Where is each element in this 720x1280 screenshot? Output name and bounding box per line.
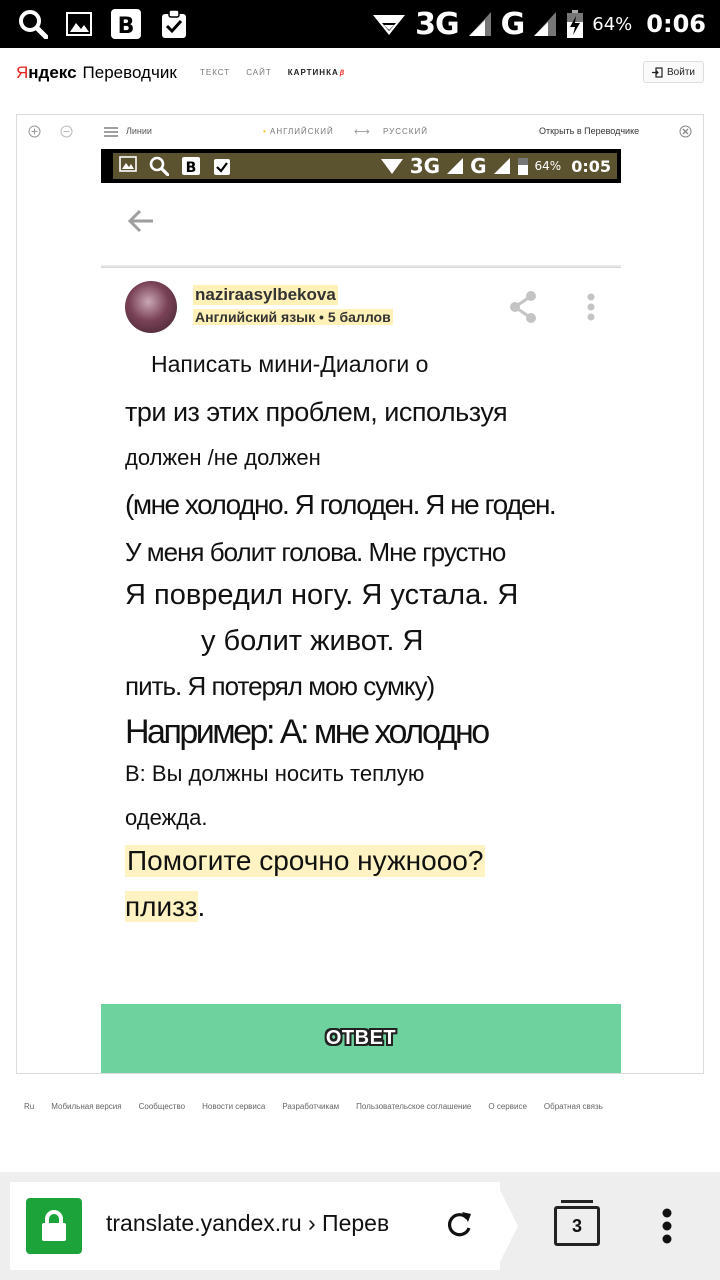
lines-toggle[interactable]: Линии — [126, 126, 152, 136]
inner-network-g: G — [470, 154, 487, 178]
zoom-out-icon[interactable] — [60, 125, 73, 138]
request-end: . — [197, 891, 206, 922]
svg-text:В: В — [118, 14, 135, 39]
back-arrow-icon — [127, 209, 155, 233]
request-line: Помогите срочно нужнооо? — [125, 845, 486, 877]
logo-letter: Я — [16, 63, 29, 82]
mode-tabs: ТЕКСТ САЙТ КАРТИНКАβ — [200, 68, 345, 77]
signal-icon — [446, 157, 464, 175]
yandex-header: Яндекс Переводчик ТЕКСТ САЙТ КАРТИНКАβ Во… — [0, 48, 720, 98]
signal-icon — [467, 10, 493, 38]
wifi-icon — [380, 157, 404, 175]
search-icon — [18, 9, 48, 39]
battery-percent: 64% — [592, 13, 633, 35]
question-line: (мне холодно. Я голоден. Я не годен. — [125, 489, 557, 520]
image-translation-panel: Линии • АНГЛИЙСКИЙ ⟷ РУССКИЙ Открыть в П… — [16, 114, 704, 1074]
login-label: Войти — [667, 66, 695, 78]
login-button[interactable]: Войти — [643, 61, 704, 83]
source-language-label: АНГЛИЙСКИЙ — [270, 127, 334, 136]
address-bar[interactable]: translate.yandex.ru › Перев — [10, 1182, 500, 1270]
footer-links: Ru Мобильная версия Сообщество Новости с… — [24, 1102, 603, 1111]
tab-count: 3 — [571, 1215, 582, 1236]
inner-status-bar: В 3G G 64% 0:05 — [101, 149, 621, 183]
question-line: должен /не должен — [125, 445, 321, 470]
tab-site[interactable]: САЙТ — [246, 68, 272, 77]
menu-vertical-icon[interactable] — [660, 1208, 674, 1244]
wifi-icon — [371, 11, 407, 37]
footer-link-mobile[interactable]: Мобильная версия — [51, 1102, 121, 1111]
close-icon[interactable] — [679, 125, 692, 138]
clock: 0:06 — [646, 10, 706, 38]
footer-link-about[interactable]: О сервисе — [488, 1102, 527, 1111]
footer-link-community[interactable]: Сообщество — [139, 1102, 185, 1111]
tab-image[interactable]: КАРТИНКАβ — [288, 68, 345, 77]
question-line: одежда. — [125, 805, 208, 830]
question-line: у болит живот. Я — [201, 625, 424, 657]
lock-icon[interactable] — [26, 1198, 82, 1254]
avatar — [125, 281, 177, 333]
source-language-dot: • — [263, 127, 267, 136]
footer-link-feedback[interactable]: Обратная связь — [544, 1102, 603, 1111]
status-bar: В 3G G 64% 0:06 — [0, 0, 720, 48]
yandex-translate-logo[interactable]: Яндекс Переводчик — [16, 63, 177, 83]
image-icon — [66, 12, 92, 36]
search-icon — [149, 156, 169, 176]
reload-icon[interactable] — [444, 1208, 474, 1240]
footer-link-developers[interactable]: Разработчикам — [282, 1102, 339, 1111]
open-in-translator-link[interactable]: Открыть в Переводчике — [539, 126, 639, 136]
network-3g-label: 3G — [415, 6, 459, 42]
share-icon — [509, 291, 537, 323]
viewer-toolbar: Линии • АНГЛИЙСКИЙ ⟷ РУССКИЙ Открыть в П… — [17, 115, 703, 147]
request-line: плизз. — [125, 891, 205, 923]
vk-icon: В — [110, 8, 142, 40]
clipboard-check-icon — [213, 156, 231, 176]
tab-image-label: КАРТИНКА — [287, 68, 339, 77]
swap-languages-icon[interactable]: ⟷ — [354, 125, 370, 138]
signal-icon — [493, 157, 511, 175]
username: naziraasylbekova — [193, 285, 338, 305]
target-language[interactable]: РУССКИЙ — [383, 127, 428, 136]
clipboard-check-icon — [160, 9, 188, 39]
lines-icon[interactable] — [104, 127, 118, 137]
question-line: Написать мини-Диалоги о — [151, 351, 429, 377]
inner-battery-percent: 64% — [534, 159, 562, 173]
more-vertical-icon — [587, 293, 595, 321]
image-icon — [119, 156, 137, 176]
question-line: Я повредил ногу. Я устала. Я — [125, 579, 519, 611]
footer-link-lang[interactable]: Ru — [24, 1102, 34, 1111]
battery-charging-icon — [566, 9, 584, 39]
footer-link-news[interactable]: Новости сервиса — [202, 1102, 265, 1111]
login-icon — [652, 66, 663, 78]
question-line: У меня болит голова. Мне грустно — [125, 537, 506, 567]
network-g-label: G — [500, 6, 526, 42]
signal-icon — [532, 10, 558, 38]
question-line: пить. Я потерял мою сумку) — [125, 671, 435, 701]
zoom-in-icon[interactable] — [28, 125, 41, 138]
logo-brand: ндекс — [28, 63, 77, 82]
subject-points: Английский язык • 5 баллов — [193, 309, 393, 325]
tabs-button[interactable]: 3 — [554, 1200, 600, 1246]
inner-network-3g: 3G — [409, 154, 441, 178]
translated-image: В 3G G 64% 0:05 naziraasylbekova Английс… — [101, 149, 621, 1073]
answer-button-label: ОТВЕТ — [325, 1027, 397, 1049]
inner-clock: 0:05 — [571, 156, 611, 176]
address-bar-arrow — [496, 1182, 518, 1270]
question-line: три из этих проблем, используя — [125, 397, 508, 427]
url-text[interactable]: translate.yandex.ru › Перев — [106, 1210, 426, 1237]
tab-text[interactable]: ТЕКСТ — [200, 68, 230, 77]
logo-service: Переводчик — [82, 63, 177, 82]
browser-bottom-bar: translate.yandex.ru › Перев 3 — [0, 1172, 720, 1280]
question-line: Например: А: мне холодно — [125, 713, 490, 751]
battery-charging-icon — [517, 156, 529, 176]
question-line: В: Вы должны носить теплую — [125, 761, 425, 786]
source-language[interactable]: • АНГЛИЙСКИЙ — [263, 127, 334, 136]
footer-link-agreement[interactable]: Пользовательское соглашение — [356, 1102, 471, 1111]
request-highlight: плизз — [125, 891, 198, 922]
vk-icon: В — [181, 156, 201, 176]
answer-button: ОТВЕТ — [101, 1004, 621, 1073]
divider — [101, 265, 621, 268]
beta-badge: β — [339, 70, 346, 77]
svg-text:В: В — [186, 160, 197, 176]
